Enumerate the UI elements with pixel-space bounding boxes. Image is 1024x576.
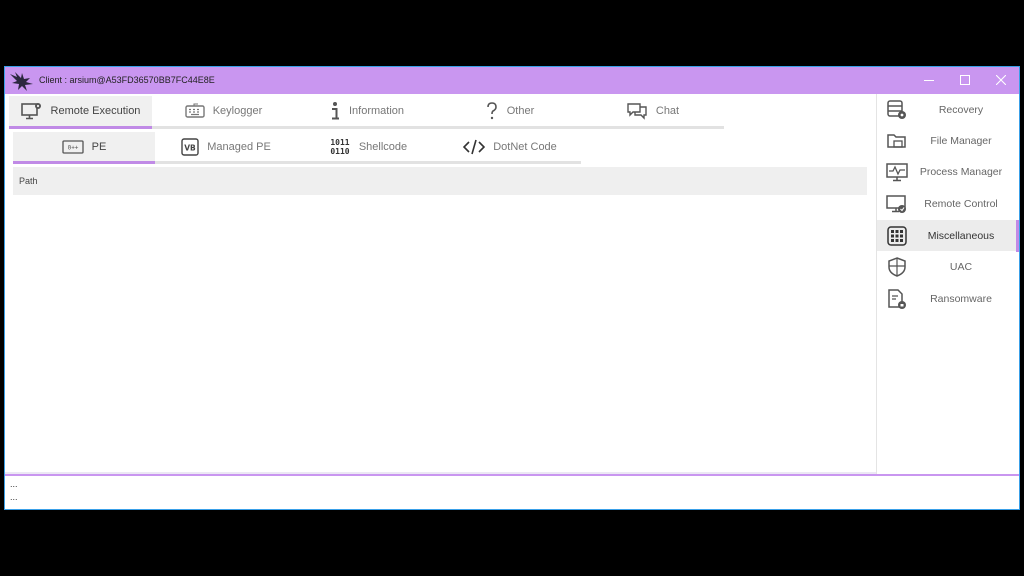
tab-label: Information (348, 105, 405, 117)
sidebar-item-miscellaneous[interactable]: Miscellaneous (877, 220, 1019, 251)
sidebar-item-process-manager[interactable]: Process Manager (877, 156, 1019, 187)
sidebar-scrollbar-thumb[interactable] (1016, 220, 1019, 252)
sidebar-item-ransomware[interactable]: Ransomware (877, 283, 1019, 314)
binary-chip-icon: 0++ (62, 140, 84, 154)
tab-remote-execution[interactable]: Remote Execution (9, 96, 152, 126)
sidebar-item-recovery[interactable]: Recovery (877, 94, 1019, 125)
locked-file-icon (888, 289, 906, 309)
tab-label: DotNet Code (493, 141, 557, 153)
eagle-logo-icon (10, 72, 33, 91)
tab-label: Chat (655, 105, 680, 117)
window-title: Client : arsium@A53FD36570BB7FC44E8E (39, 75, 215, 85)
main-panel: Remote Execution Keylogger Information O… (5, 94, 876, 474)
tab-managed-pe[interactable]: VB Managed PE (155, 132, 297, 162)
sidebar-label: Miscellaneous (927, 229, 995, 242)
tab-information[interactable]: Information (295, 96, 438, 126)
sidebar-label: Ransomware (930, 292, 992, 305)
binary-top-text: 1011 (330, 138, 349, 147)
info-icon (329, 101, 341, 121)
sidebar-label: File Manager (930, 134, 992, 147)
monitor-gear-icon (20, 102, 43, 120)
log-line: ... (10, 492, 18, 502)
close-button[interactable] (983, 67, 1019, 94)
close-icon (996, 75, 1006, 85)
path-column-header[interactable]: Path (13, 167, 867, 195)
question-icon (485, 101, 499, 121)
tab-pe[interactable]: 0++ PE (13, 132, 155, 162)
sidebar-label: UAC (949, 260, 973, 273)
vb-icon: VB (181, 138, 199, 156)
tab-label: Keylogger (212, 105, 263, 117)
tab-label: Managed PE (207, 141, 271, 153)
binary-digits-icon: 1011 0110 (329, 137, 351, 157)
secondary-tab-indicator (13, 161, 155, 164)
grid-icon (887, 226, 907, 246)
sidebar-item-remote-control[interactable]: Remote Control (877, 188, 1019, 219)
tab-chat[interactable]: Chat (581, 96, 724, 126)
tab-label: PE (91, 141, 107, 153)
tab-label: Remote Execution (50, 105, 141, 117)
sidebar-label: Process Manager (919, 165, 1003, 178)
sidebar-item-file-manager[interactable]: File Manager (877, 125, 1019, 156)
vb-icon-text: VB (184, 144, 196, 153)
database-gear-icon (887, 100, 906, 119)
chat-icon (626, 102, 648, 120)
keyboard-icon (185, 103, 205, 119)
tab-label: Other (506, 105, 535, 117)
log-line: ... (10, 479, 18, 489)
tab-keylogger[interactable]: Keylogger (152, 96, 295, 126)
folder-icon (887, 134, 906, 148)
pe-chip-text: 0++ (67, 145, 78, 152)
shield-icon (888, 257, 906, 277)
tab-shellcode[interactable]: 1011 0110 Shellcode (297, 132, 439, 162)
code-brackets-icon (463, 139, 486, 155)
path-label: Path (19, 176, 38, 186)
tab-label: Shellcode (358, 141, 408, 153)
tab-dotnet-code[interactable]: DotNet Code (439, 132, 581, 162)
tab-other[interactable]: Other (438, 96, 581, 126)
minimize-button[interactable] (911, 67, 947, 94)
primary-tab-indicator (9, 126, 152, 129)
title-bar[interactable]: Client : arsium@A53FD36570BB7FC44E8E (5, 67, 1019, 94)
remote-desktop-icon (886, 195, 906, 213)
maximize-button[interactable] (947, 67, 983, 94)
main-window: Client : arsium@A53FD36570BB7FC44E8E Rem… (4, 66, 1020, 510)
activity-monitor-icon (886, 163, 908, 182)
log-output[interactable]: ... ... (5, 474, 1019, 509)
binary-bottom-text: 0110 (330, 147, 349, 156)
maximize-icon (960, 75, 970, 85)
sidebar-label: Remote Control (924, 197, 998, 210)
sidebar-item-uac[interactable]: UAC (877, 251, 1019, 282)
sidebar: Recovery File Manager Process Manager Re… (876, 94, 1019, 474)
sidebar-label: Recovery (938, 103, 984, 116)
minimize-icon (924, 80, 934, 81)
